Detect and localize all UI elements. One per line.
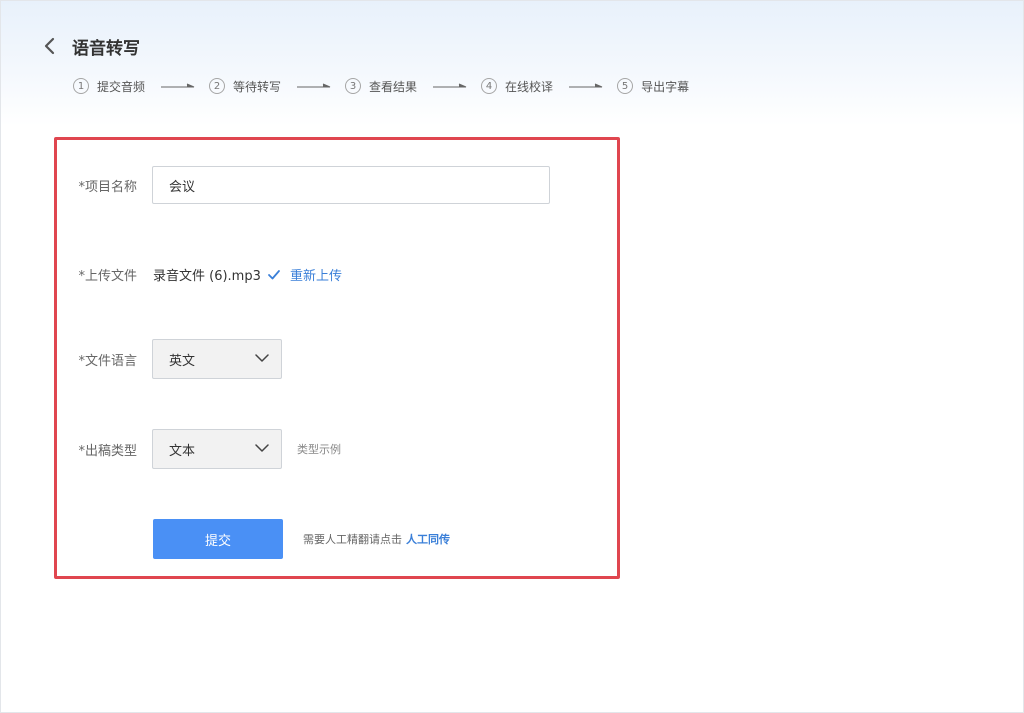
manual-interpretation-link[interactable]: 人工同传 — [406, 533, 450, 546]
step-4: 4 在线校译 — [481, 78, 553, 95]
reupload-link[interactable]: 重新上传 — [290, 265, 342, 284]
step-2: 2 等待转写 — [209, 78, 281, 95]
language-row: *文件语言 英文 — [57, 339, 617, 379]
submit-button[interactable]: 提交 — [153, 519, 283, 559]
language-select[interactable]: 英文 — [152, 339, 282, 379]
step-number: 2 — [209, 78, 226, 94]
check-icon — [267, 267, 281, 281]
language-label: *文件语言 — [78, 353, 137, 369]
project-name-input[interactable]: 会议 — [152, 166, 550, 204]
note-text: 需要人工精翻请点击 — [303, 533, 402, 546]
step-label: 导出字幕 — [641, 79, 690, 94]
output-type-select[interactable]: 文本 — [152, 429, 282, 469]
submit-row: 提交 需要人工精翻请点击 人工同传 — [57, 519, 617, 559]
arrow-right-icon — [569, 83, 603, 89]
step-label: 提交音频 — [97, 79, 146, 94]
chevron-down-icon — [255, 352, 269, 367]
page-title: 语音转写 — [72, 38, 140, 59]
arrow-right-icon — [297, 83, 331, 89]
output-type-row: *出稿类型 文本 类型示例 — [57, 429, 617, 469]
project-name-row: *项目名称 会议 — [57, 165, 617, 205]
step-5: 5 导出字幕 — [617, 78, 689, 95]
step-label: 查看结果 — [369, 79, 418, 94]
arrow-right-icon — [433, 83, 467, 89]
chevron-down-icon — [255, 442, 269, 457]
page-frame: 语音转写 1 提交音频 2 等待转写 3 查看结果 4 在线校译 5 导出字幕 … — [0, 0, 1024, 713]
page-header: 语音转写 — [43, 34, 140, 59]
type-example-link[interactable]: 类型示例 — [297, 441, 341, 457]
manual-translation-note: 需要人工精翻请点击 人工同传 — [303, 531, 450, 547]
step-number: 4 — [481, 78, 498, 94]
chevron-left-icon[interactable] — [43, 34, 63, 58]
output-type-selected: 文本 — [169, 443, 196, 459]
upload-form: *项目名称 会议 *上传文件 录音文件 (6).mp3 重新上传 *文件语言 英… — [54, 137, 620, 579]
output-type-label: *出稿类型 — [78, 443, 137, 459]
uploaded-file-name: 录音文件 (6).mp3 — [153, 268, 261, 284]
step-1: 1 提交音频 — [73, 78, 145, 95]
step-indicator: 1 提交音频 2 等待转写 3 查看结果 4 在线校译 5 导出字幕 — [73, 76, 689, 96]
upload-file-label: *上传文件 — [78, 268, 137, 284]
step-number: 3 — [345, 78, 362, 94]
step-3: 3 查看结果 — [345, 78, 417, 95]
arrow-right-icon — [161, 83, 195, 89]
step-number: 5 — [617, 78, 634, 94]
step-label: 等待转写 — [233, 79, 282, 94]
language-selected: 英文 — [169, 353, 196, 369]
upload-file-row: *上传文件 录音文件 (6).mp3 重新上传 — [57, 264, 617, 284]
step-label: 在线校译 — [505, 79, 554, 94]
project-name-label: *项目名称 — [78, 179, 137, 195]
step-number: 1 — [73, 78, 89, 94]
